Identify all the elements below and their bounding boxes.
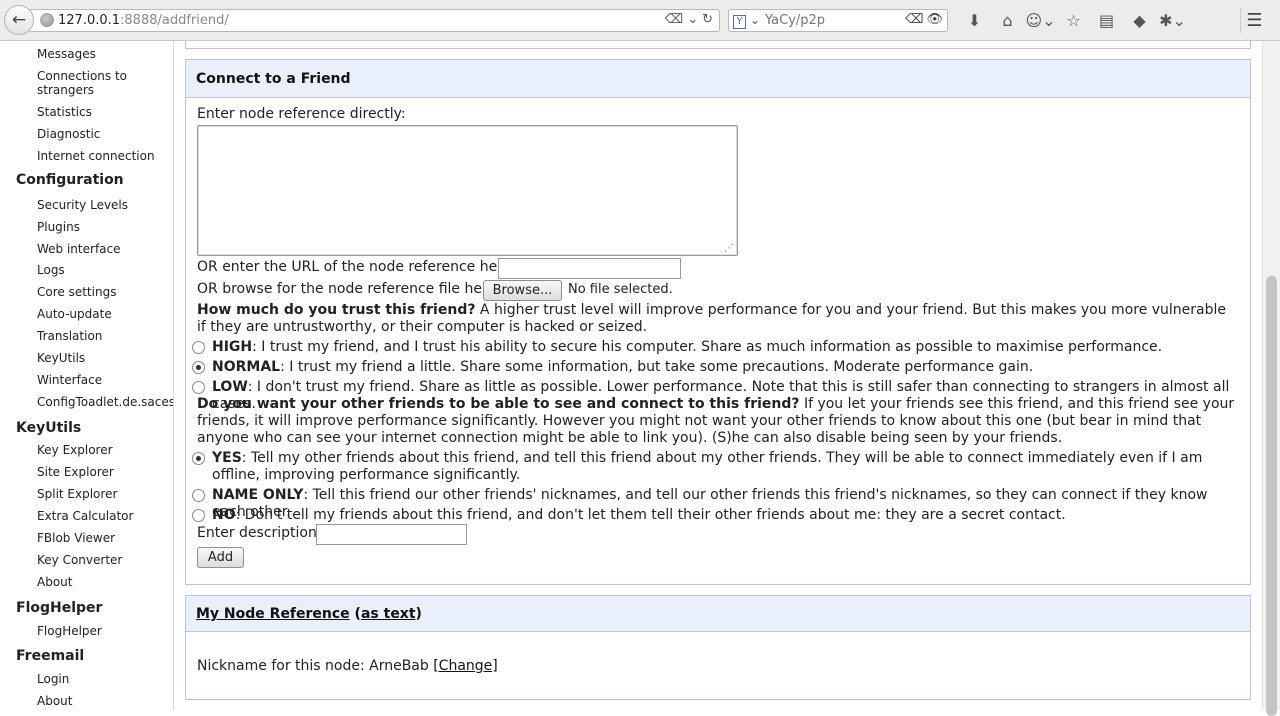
search-engine-selector[interactable]: Y ⌄ <box>733 13 760 29</box>
browse-button[interactable]: Browse... <box>483 280 562 301</box>
greasemonkey-icon[interactable]: ☺⌄ <box>1024 9 1057 32</box>
home-icon[interactable]: ⌂ <box>991 9 1024 32</box>
file-label: OR browse for the node reference file he… <box>197 281 501 297</box>
previous-panel-bottom <box>185 41 1251 49</box>
address-bar[interactable]: 127.0.0.1:8888/addfriend/ ⌫ ⌄ ↻ <box>30 9 720 32</box>
sidebar-item[interactable]: KeyUtils <box>0 351 85 365</box>
sidebar: Messages Connections to strangers Statistic… <box>0 41 174 710</box>
browser-toolbar: 127.0.0.1:8888/addfriend/ ⌫ ⌄ ↻ ← Y ⌄ ⌫ … <box>0 0 1280 41</box>
page-scrollbar[interactable] <box>1262 41 1280 716</box>
my-node-reference-link[interactable]: My Node Reference <box>196 606 350 622</box>
visibility-option-label: YES: Tell my other friends about this fr… <box>212 450 1203 483</box>
sidebar-item[interactable]: Site Explorer <box>0 465 114 479</box>
panel-title: Connect to a Friend <box>186 60 1250 98</box>
change-nickname-link[interactable]: [Change] <box>433 658 498 674</box>
connect-form: Enter node reference directly: ⋰ OR ente… <box>186 98 1250 584</box>
sidebar-item[interactable]: Key Converter <box>0 553 122 567</box>
yacy-icon: Y <box>733 15 746 29</box>
sidebar-item[interactable]: Core settings <box>0 285 116 299</box>
trust-radio[interactable] <box>192 341 205 354</box>
sidebar-item[interactable]: Security Levels <box>0 198 128 212</box>
search-bar[interactable]: Y ⌄ ⌫ 👁 <box>728 9 948 32</box>
addon-icon[interactable]: ✱⌄ <box>1156 9 1189 32</box>
sidebar-item[interactable]: About <box>0 575 72 589</box>
sidebar-item[interactable]: Messages <box>0 47 96 61</box>
sidebar-section-heading: Freemail <box>16 648 85 664</box>
sidebar-item[interactable]: FBlob Viewer <box>0 531 115 545</box>
sidebar-section-heading: Configuration <box>16 172 124 188</box>
node-ref-url-input[interactable] <box>498 258 681 279</box>
no-file-text: No file selected. <box>568 282 673 297</box>
sidebar-item[interactable]: Statistics <box>0 105 92 119</box>
url-label: OR enter the URL of the node reference h… <box>197 259 516 275</box>
bookmark-star-icon[interactable]: ☆ <box>1057 9 1090 32</box>
sidebar-item[interactable]: ConfigToadlet.de.saces.fnp <box>0 395 173 409</box>
dropdown-arrow-icon[interactable]: ⌄ <box>687 12 698 27</box>
enter-ref-label: Enter node reference directly: <box>197 106 406 122</box>
reader-view-icon[interactable]: ▤ <box>1090 9 1123 32</box>
hamburger-menu-icon[interactable]: ☰ <box>1240 8 1268 33</box>
url-text[interactable]: 127.0.0.1:8888/addfriend/ <box>58 13 229 28</box>
sidebar-item[interactable]: Login <box>0 672 69 686</box>
sidebar-item[interactable]: Diagnostic <box>0 127 100 141</box>
node-ref-header: My Node Reference (as text) <box>186 596 1250 632</box>
description-input[interactable] <box>316 524 467 545</box>
sidebar-item[interactable]: Extra Calculator <box>0 509 133 523</box>
back-button[interactable]: ← <box>4 5 34 35</box>
node-reference-textarea[interactable] <box>197 125 738 256</box>
add-button[interactable]: Add <box>197 547 244 568</box>
trust-option-label: NORMAL: I trust my friend a little. Shar… <box>212 359 1034 375</box>
trust-question: How much do you trust this friend? A hig… <box>197 302 1227 335</box>
sidebar-item[interactable]: FlogHelper <box>0 624 102 638</box>
back-arrow-icon: ← <box>11 10 27 30</box>
sidebar-section-heading: KeyUtils <box>16 420 82 436</box>
binoculars-icon[interactable]: 👁 <box>926 12 943 27</box>
sidebar-section-heading: FlogHelper <box>16 600 103 616</box>
description-label: Enter description: <box>197 525 322 541</box>
reload-icon[interactable]: ↻ <box>702 12 713 27</box>
clear-search-icon[interactable]: ⌫ <box>905 12 923 27</box>
sidebar-item[interactable]: Connections to strangers <box>0 69 127 97</box>
connect-friend-panel: Connect to a Friend Enter node reference… <box>185 59 1251 585</box>
resize-grip-icon[interactable]: ⋰ <box>724 243 734 254</box>
sidebar-item[interactable]: Auto-update <box>0 307 112 321</box>
sidebar-item[interactable]: Translation <box>0 329 102 343</box>
main-content: Connect to a Friend Enter node reference… <box>174 41 1262 710</box>
sidebar-item[interactable]: Web interface <box>0 242 121 256</box>
sidebar-item[interactable]: Logs <box>0 263 65 277</box>
visibility-radio[interactable] <box>192 489 205 502</box>
nickname-line: Nickname for this node: ArneBab [Change] <box>197 658 498 674</box>
sidebar-item[interactable]: Split Explorer <box>0 487 117 501</box>
sidebar-item[interactable]: About <box>0 694 72 708</box>
scrollbar-thumb[interactable] <box>1266 276 1277 716</box>
visibility-radio[interactable] <box>192 452 205 465</box>
visibility-option-label: NO: Don't tell my friends about this fri… <box>212 507 1066 523</box>
pocket-icon[interactable]: ◆ <box>1123 9 1156 32</box>
trust-option-label: HIGH: I trust my friend, and I trust his… <box>212 339 1163 355</box>
sidebar-item[interactable]: Plugins <box>0 220 80 234</box>
visibility-question: Do you want your other friends to be abl… <box>197 396 1235 446</box>
download-icon[interactable]: ⬇ <box>958 9 991 32</box>
globe-icon <box>40 13 54 27</box>
as-text-link[interactable]: as text <box>361 606 416 622</box>
sidebar-item[interactable]: Internet connection <box>0 149 155 163</box>
sidebar-item[interactable]: Key Explorer <box>0 443 113 457</box>
trust-radio[interactable] <box>192 381 205 394</box>
clear-url-icon[interactable]: ⌫ <box>665 12 683 27</box>
sidebar-item[interactable]: Winterface <box>0 373 102 387</box>
search-input[interactable] <box>765 13 905 28</box>
trust-radio[interactable] <box>192 361 205 374</box>
visibility-radio[interactable] <box>192 509 205 522</box>
node-reference-panel: My Node Reference (as text) Nickname for… <box>185 595 1251 700</box>
